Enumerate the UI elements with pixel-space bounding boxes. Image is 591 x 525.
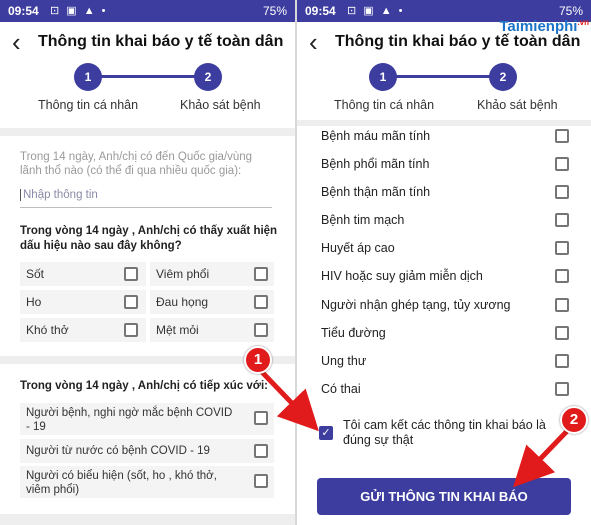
personal-info-screen: 09:54 ⊡ ▣ ▲ • 75% ‹ Thông tin khai báo y…	[0, 0, 295, 525]
contact-checkbox[interactable]	[254, 474, 268, 488]
contact-label: Người từ nước có bệnh COVID - 19	[26, 445, 210, 457]
symptom-label: Ho	[26, 295, 42, 309]
condition-option[interactable]: Bệnh tim mạch	[315, 207, 575, 233]
condition-checkbox[interactable]	[555, 157, 569, 171]
step-2-label: Khảo sát bệnh	[477, 98, 558, 112]
status-time: 09:54	[8, 4, 39, 18]
condition-option[interactable]: Bệnh phổi mãn tính	[315, 151, 575, 177]
step-2-circle[interactable]: 2	[489, 63, 517, 91]
symptom-checkbox[interactable]	[124, 267, 138, 281]
condition-label: Người nhận ghép tạng, tủy xương	[321, 298, 511, 312]
text-caret	[20, 189, 21, 201]
condition-label: Có thai	[321, 382, 361, 396]
checkmark-icon[interactable]: ✓	[319, 426, 333, 440]
condition-checkbox[interactable]	[555, 213, 569, 227]
stepper: 1 2 Thông tin cá nhân Khảo sát bệnh	[297, 60, 591, 120]
contact-checkbox[interactable]	[254, 411, 268, 425]
condition-label: Ung thư	[321, 354, 367, 368]
contact-checkbox[interactable]	[254, 444, 268, 458]
condition-checkbox[interactable]	[555, 382, 569, 396]
symptoms-question: Trong vòng 14 ngày , Anh/chị có thấy xuấ…	[20, 225, 278, 252]
contact-label: Người có biểu hiện (sốt, ho , khó thở, v…	[26, 470, 217, 496]
back-arrow-icon[interactable]: ‹	[309, 28, 318, 56]
condition-option[interactable]: Ung thư	[315, 348, 575, 374]
condition-option[interactable]: Tiểu đường	[315, 320, 575, 346]
notification-icons: ⊡ ▣ ▲ •	[50, 5, 108, 17]
logo-domain: .vn	[577, 18, 589, 27]
condition-label: Bệnh phổi mãn tính	[321, 157, 430, 171]
back-arrow-icon[interactable]: ‹	[12, 28, 21, 56]
contact-question: Trong vòng 14 ngày , Anh/chị có tiếp xúc…	[20, 380, 269, 392]
commitment-label: Tôi cam kết các thông tin khai báo là đú…	[343, 418, 546, 447]
symptom-checkbox[interactable]	[124, 295, 138, 309]
condition-checkbox[interactable]	[555, 129, 569, 143]
country-hint: Trong 14 ngày, Anh/chị có đến Quốc gia/v…	[20, 151, 253, 177]
condition-checkbox[interactable]	[555, 269, 569, 283]
contact-option[interactable]: Người có biểu hiện (sốt, ho , khó thở, v…	[20, 466, 274, 498]
contact-option[interactable]: Người bệnh, nghi ngờ mắc bệnh COVID - 19	[20, 403, 274, 435]
symptom-option[interactable]: Khó thở	[20, 318, 146, 342]
country-input[interactable]: Nhập thông tin	[20, 186, 272, 208]
condition-checkbox[interactable]	[555, 354, 569, 368]
condition-checkbox[interactable]	[555, 326, 569, 340]
step-1-circle[interactable]: 1	[369, 63, 397, 91]
country-placeholder: Nhập thông tin	[23, 189, 98, 202]
contact-label: Người bệnh, nghi ngờ mắc bệnh COVID - 19	[26, 407, 233, 433]
symptom-checkbox[interactable]	[254, 295, 268, 309]
symptom-option[interactable]: Ho	[20, 290, 146, 314]
step-2-circle[interactable]: 2	[194, 63, 222, 91]
bottom-divider	[0, 514, 295, 525]
status-battery: 75%	[558, 4, 583, 18]
condition-checkbox[interactable]	[555, 185, 569, 199]
condition-option[interactable]: Bệnh máu mãn tính	[315, 123, 575, 149]
symptom-option[interactable]: Đau họng	[150, 290, 274, 314]
symptom-option[interactable]: Mệt mỏi	[150, 318, 274, 342]
condition-checkbox[interactable]	[555, 298, 569, 312]
condition-label: Bệnh máu mãn tính	[321, 129, 431, 143]
annotation-badge-1: 1	[244, 346, 272, 374]
condition-label: Tiểu đường	[321, 326, 386, 340]
condition-option[interactable]: Bệnh thận mãn tính	[315, 179, 575, 205]
contact-option[interactable]: Người từ nước có bệnh COVID - 19	[20, 439, 274, 463]
condition-checkbox[interactable]	[555, 241, 569, 255]
condition-label: HIV hoặc suy giảm miễn dịch	[321, 269, 483, 283]
condition-option[interactable]: Có thai	[315, 376, 575, 402]
taimienphi-logo: Taimienphi.vn	[499, 18, 589, 35]
symptom-option[interactable]: Sốt	[20, 262, 146, 286]
stepper-line	[88, 75, 208, 78]
page-title: Thông tin khai báo y tế toàn dân	[38, 33, 284, 50]
condition-option[interactable]: Người nhận ghép tạng, tủy xương	[315, 292, 575, 318]
status-battery: 75%	[262, 4, 287, 18]
symptom-label: Viêm phổi	[156, 267, 210, 281]
symptom-option[interactable]: Viêm phổi	[150, 262, 274, 286]
condition-option[interactable]: Huyết áp cao	[315, 235, 575, 261]
condition-option[interactable]: HIV hoặc suy giảm miễn dịch	[315, 263, 575, 289]
section-divider	[0, 128, 295, 136]
symptom-checkbox[interactable]	[124, 323, 138, 337]
symptom-label: Đau họng	[156, 295, 209, 309]
step-2-label: Khảo sát bệnh	[180, 98, 261, 112]
status-bar: 09:54 ⊡ ▣ ▲ • 75%	[0, 0, 295, 22]
condition-label: Huyết áp cao	[321, 241, 395, 255]
step-1-label: Thông tin cá nhân	[38, 98, 139, 112]
status-time: 09:54	[305, 4, 336, 18]
logo-text: Taimienphi	[499, 18, 578, 35]
submit-button[interactable]: GỬI THÔNG TIN KHAI BÁO	[317, 478, 571, 515]
symptom-label: Khó thở	[26, 323, 69, 337]
condition-label: Bệnh tim mạch	[321, 213, 405, 227]
condition-label: Bệnh thận mãn tính	[321, 185, 431, 199]
symptom-checkbox[interactable]	[254, 323, 268, 337]
health-survey-screen: 09:54 ⊡ ▣ ▲ • 75% ‹ Thông tin khai báo y…	[297, 0, 591, 525]
symptom-label: Sốt	[26, 267, 45, 281]
symptom-checkbox[interactable]	[254, 267, 268, 281]
step-1-label: Thông tin cá nhân	[334, 98, 435, 112]
annotation-badge-2: 2	[560, 406, 588, 434]
stepper: 1 2 Thông tin cá nhân Khảo sát bệnh	[0, 60, 295, 120]
step-1-circle[interactable]: 1	[74, 63, 102, 91]
symptom-label: Mệt mỏi	[156, 323, 199, 337]
stepper-line	[383, 75, 503, 78]
notification-icons: ⊡ ▣ ▲ •	[347, 5, 405, 17]
page-title: Thông tin khai báo y tế toàn dân	[335, 33, 581, 50]
